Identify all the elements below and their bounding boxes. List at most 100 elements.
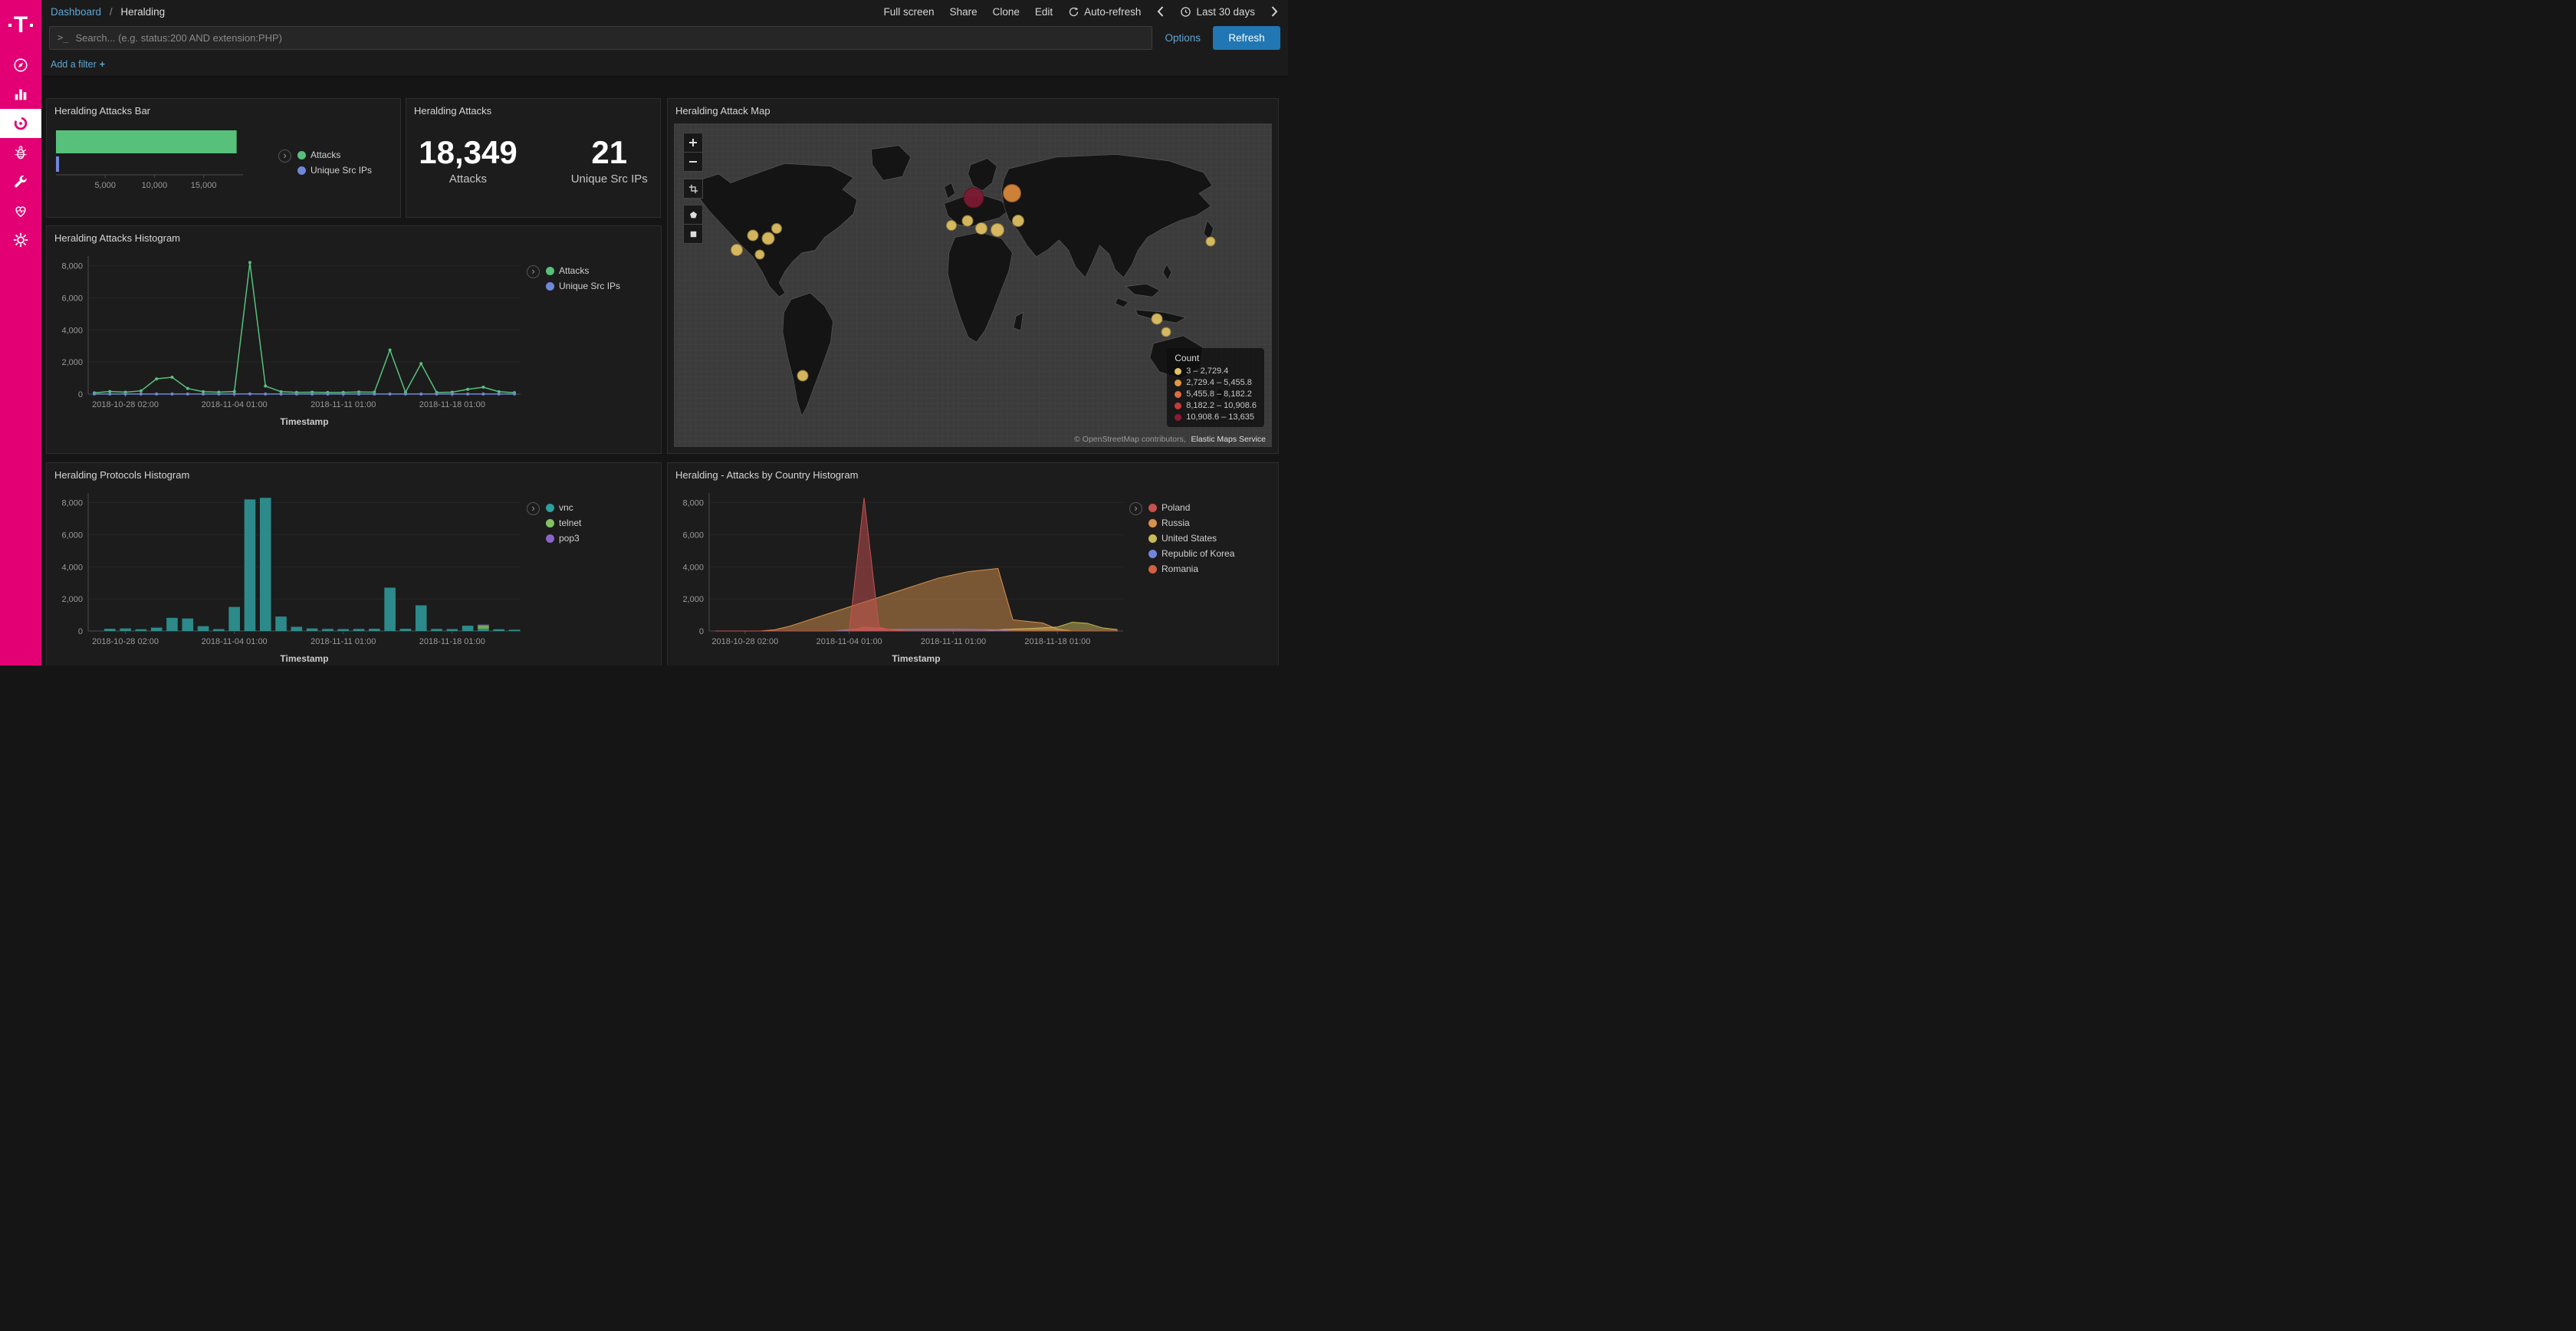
sidebar-item-dashboard[interactable] xyxy=(0,109,41,138)
svg-text:2018-11-11 01:00: 2018-11-11 01:00 xyxy=(921,637,986,646)
svg-text:5,000: 5,000 xyxy=(94,181,116,190)
sidebar-item-visualize[interactable] xyxy=(0,80,41,109)
svg-text:6,000: 6,000 xyxy=(682,531,704,540)
svg-text:2018-11-18 01:00: 2018-11-18 01:00 xyxy=(1024,637,1090,646)
legend-toggle-icon[interactable]: › xyxy=(278,150,291,163)
svg-text:2018-11-11 01:00: 2018-11-11 01:00 xyxy=(310,637,376,646)
breadcrumb-dashboard-link[interactable]: Dashboard xyxy=(51,6,101,18)
attack-marker[interactable] xyxy=(946,220,957,231)
legend-item[interactable]: Unique Src IPs xyxy=(546,281,620,291)
edit-button[interactable]: Edit xyxy=(1035,6,1053,18)
legend-label: vnc xyxy=(559,502,573,513)
legend-item[interactable]: telnet xyxy=(546,518,581,528)
share-button[interactable]: Share xyxy=(950,6,978,18)
search-box[interactable]: >_ xyxy=(49,26,1152,50)
legend-item[interactable]: Romania xyxy=(1148,564,1234,574)
options-link[interactable]: Options xyxy=(1165,32,1201,44)
refresh-icon xyxy=(1068,6,1079,18)
panel-title: Heralding Attacks xyxy=(406,99,660,118)
map-legend: Count 3 – 2,729.42,729.4 – 5,455.85,455.… xyxy=(1167,348,1264,427)
svg-text:2018-11-18 01:00: 2018-11-18 01:00 xyxy=(419,637,485,646)
filter-bar: Add a filter+ xyxy=(41,52,1288,77)
attack-marker[interactable] xyxy=(1206,237,1216,247)
attack-marker[interactable] xyxy=(731,244,743,256)
sidebar-item-monitoring[interactable] xyxy=(0,196,41,225)
attack-marker[interactable] xyxy=(1003,184,1021,202)
elastic-maps-service-link[interactable]: Elastic Maps Service xyxy=(1191,435,1266,444)
dashboard-grid: Heralding Attacks Bar 5,00010,00015,000 … xyxy=(41,77,1288,666)
attacks-bar-chart[interactable]: 5,00010,00015,000 xyxy=(51,124,278,201)
add-filter-label: Add a filter xyxy=(51,59,97,70)
clone-button[interactable]: Clone xyxy=(993,6,1020,18)
zoom-out-button[interactable] xyxy=(683,152,703,172)
legend-item[interactable]: Republic of Korea xyxy=(1148,548,1234,559)
attack-marker[interactable] xyxy=(1012,215,1024,227)
map-legend-item: 2,729.4 – 5,455.8 xyxy=(1175,378,1257,387)
full-screen-button[interactable]: Full screen xyxy=(884,6,935,18)
legend-item[interactable]: Russia xyxy=(1148,518,1234,528)
chart-legend: Attacks Unique Src IPs xyxy=(546,265,620,291)
attack-marker[interactable] xyxy=(747,229,758,241)
attack-marker[interactable] xyxy=(1161,327,1171,337)
legend-item[interactable]: pop3 xyxy=(546,533,581,544)
legend-label: 5,455.8 – 8,182.2 xyxy=(1186,389,1252,399)
attack-marker[interactable] xyxy=(991,223,1004,237)
attack-marker[interactable] xyxy=(975,222,987,235)
gear-icon xyxy=(12,232,29,248)
openstreetmap-link[interactable]: © OpenStreetMap contributors, xyxy=(1074,435,1185,444)
auto-refresh-button[interactable]: Auto-refresh xyxy=(1068,6,1141,18)
legend-label: Unique Src IPs xyxy=(559,281,620,291)
time-back-button[interactable] xyxy=(1156,5,1165,18)
attack-marker[interactable] xyxy=(961,215,973,226)
legend-toggle-icon[interactable]: › xyxy=(527,502,540,515)
panel-heralding-attacks-metric: Heralding Attacks 18,349 Attacks 21 Uniq… xyxy=(406,98,661,218)
refresh-button[interactable]: Refresh xyxy=(1213,26,1280,50)
legend-item[interactable]: Poland xyxy=(1148,502,1234,513)
attacks-line-chart[interactable]: 02,0004,0006,0008,0002018-10-28 02:00201… xyxy=(51,245,527,429)
attack-marker[interactable] xyxy=(755,249,765,259)
legend-toggle-icon[interactable]: › xyxy=(527,265,540,278)
panel-title: Heralding Attacks Histogram xyxy=(47,226,661,245)
metric-value: 21 xyxy=(571,135,648,170)
sidebar-item-dev-tools[interactable] xyxy=(0,167,41,196)
legend-item[interactable]: vnc xyxy=(546,502,581,513)
protocols-bar-chart[interactable]: 02,0004,0006,0008,0002018-10-28 02:00201… xyxy=(51,482,527,666)
legend-color-dot xyxy=(546,534,554,543)
polygon-icon xyxy=(688,209,699,221)
world-map[interactable]: Count 3 – 2,729.42,729.4 – 5,455.85,455.… xyxy=(674,123,1272,447)
legend-item[interactable]: Attacks xyxy=(297,150,372,160)
legend-item[interactable]: Attacks xyxy=(546,265,620,276)
legend-color-dot xyxy=(546,267,554,275)
fit-bounds-button[interactable] xyxy=(683,179,703,199)
attack-marker[interactable] xyxy=(771,223,782,234)
time-forward-button[interactable] xyxy=(1270,5,1279,18)
metric-attacks: 18,349 Attacks xyxy=(419,135,517,185)
draw-rectangle-button[interactable] xyxy=(683,224,703,244)
legend-toggle-icon[interactable]: › xyxy=(1129,502,1142,515)
svg-text:2018-11-04 01:00: 2018-11-04 01:00 xyxy=(202,637,268,646)
time-range-picker[interactable]: Last 30 days xyxy=(1180,6,1255,18)
sidebar-item-honeypot[interactable] xyxy=(0,138,41,167)
map-legend-title: Count xyxy=(1175,353,1257,363)
country-area-chart[interactable]: 02,0004,0006,0008,0002018-10-28 02:00201… xyxy=(672,482,1129,666)
telekom-logo[interactable]: T xyxy=(0,0,41,51)
legend-item[interactable]: Unique Src IPs xyxy=(297,165,372,176)
chevron-right-icon xyxy=(1270,5,1279,18)
legend-color-dot xyxy=(1148,504,1157,512)
minus-icon xyxy=(688,156,698,167)
zoom-in-button[interactable] xyxy=(683,133,703,153)
attack-marker[interactable] xyxy=(797,370,808,382)
attack-marker[interactable] xyxy=(762,232,775,245)
legend-label: 8,182.2 – 10,908.6 xyxy=(1186,401,1257,410)
attack-marker[interactable] xyxy=(963,188,984,209)
svg-text:2018-11-04 01:00: 2018-11-04 01:00 xyxy=(816,637,882,646)
search-input[interactable] xyxy=(75,32,1144,44)
sidebar-item-management[interactable] xyxy=(0,225,41,255)
time-range-label: Last 30 days xyxy=(1196,6,1255,18)
legend-item[interactable]: United States xyxy=(1148,533,1234,544)
attack-marker[interactable] xyxy=(1152,314,1163,325)
add-filter-link[interactable]: Add a filter+ xyxy=(51,59,105,70)
draw-polygon-button[interactable] xyxy=(683,205,703,225)
svg-text:Timestamp: Timestamp xyxy=(280,416,328,427)
sidebar-item-discover[interactable] xyxy=(0,51,41,80)
